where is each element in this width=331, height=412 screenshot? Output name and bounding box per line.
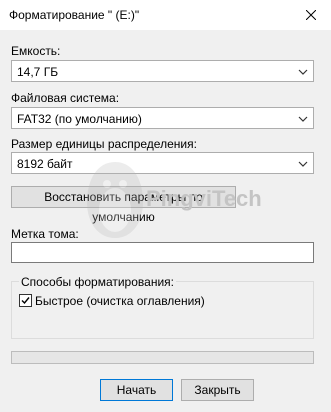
- allocation-label: Размер единицы распределения:: [11, 137, 197, 151]
- close-icon: [306, 10, 316, 20]
- filesystem-value: FAT32 (по умолчанию): [17, 112, 142, 126]
- format-options-group: [11, 281, 314, 339]
- chevron-down-icon: [298, 116, 308, 122]
- chevron-down-icon: [298, 161, 308, 167]
- close-button[interactable]: [291, 0, 331, 30]
- format-options-title: Способы форматирования:: [19, 275, 176, 289]
- volume-label-input[interactable]: [11, 242, 314, 263]
- start-button[interactable]: Начать: [100, 379, 173, 401]
- filesystem-label: Файловая система:: [11, 91, 120, 105]
- checkmark-icon: [21, 297, 30, 305]
- chevron-down-icon: [298, 69, 308, 75]
- quick-format-checkbox[interactable]: [19, 294, 32, 307]
- filesystem-dropdown[interactable]: FAT32 (по умолчанию): [11, 107, 314, 129]
- watermark-text: PingviTech: [146, 186, 262, 211]
- allocation-value: 8192 байт: [17, 157, 73, 171]
- capacity-label: Емкость:: [11, 44, 61, 58]
- capacity-value: 14,7 ГБ: [17, 65, 59, 79]
- capacity-dropdown[interactable]: 14,7 ГБ: [11, 60, 314, 82]
- progress-bar: [11, 351, 314, 364]
- penguin-icon: [87, 162, 143, 238]
- title-bar: Форматирование " (E:)": [0, 0, 331, 30]
- close-dialog-button[interactable]: Закрыть: [181, 379, 254, 401]
- quick-format-label: Быстрое (очистка оглавления): [35, 294, 205, 308]
- window-title: Форматирование " (E:)": [9, 8, 140, 22]
- volume-label-label: Метка тома:: [11, 227, 79, 241]
